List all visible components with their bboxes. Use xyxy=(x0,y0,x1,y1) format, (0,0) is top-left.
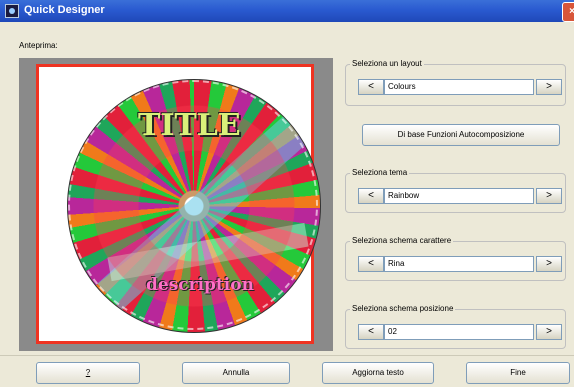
position-scheme-prev-button[interactable]: < xyxy=(358,324,384,340)
close-button[interactable]: × xyxy=(562,2,574,22)
cancel-button[interactable]: Annulla xyxy=(182,362,290,384)
font-scheme-group-title: Seleziona schema carattere xyxy=(350,236,454,245)
window-title: Quick Designer xyxy=(24,4,105,16)
position-scheme-group: Seleziona schema posizione < 02 > xyxy=(345,304,566,349)
disc-title-text: TITLE xyxy=(138,108,241,143)
layout-group-title: Seleziona un layout xyxy=(350,59,424,68)
theme-group-title: Seleziona tema xyxy=(350,168,410,177)
theme-value-field: Rainbow xyxy=(384,188,534,204)
layout-next-button[interactable]: > xyxy=(536,79,562,95)
position-scheme-group-title: Seleziona schema posizione xyxy=(350,304,456,313)
preview-panel: TITLE description xyxy=(19,58,333,351)
font-scheme-next-button[interactable]: > xyxy=(536,256,562,272)
app-icon xyxy=(5,4,19,18)
layout-group: Seleziona un layout < Colours > xyxy=(345,59,566,106)
title-bar: Quick Designer × xyxy=(0,0,574,22)
cd-disc-image: TITLE description xyxy=(67,79,321,333)
preview-label: Anteprima: xyxy=(19,41,58,50)
layout-value-field: Colours xyxy=(384,79,534,95)
help-button[interactable]: ? xyxy=(36,362,140,384)
theme-next-button[interactable]: > xyxy=(536,188,562,204)
theme-group: Seleziona tema < Rainbow > xyxy=(345,168,566,213)
disc-description-text: description xyxy=(146,275,254,295)
font-scheme-prev-button[interactable]: < xyxy=(358,256,384,272)
footer-divider xyxy=(0,355,574,356)
font-scheme-group: Seleziona schema carattere < Rina > xyxy=(345,236,566,281)
font-scheme-value-field: Rina xyxy=(384,256,534,272)
preview-canvas: TITLE description xyxy=(36,64,321,344)
position-scheme-next-button[interactable]: > xyxy=(536,324,562,340)
position-scheme-value-field: 02 xyxy=(384,324,534,340)
autocomposition-button[interactable]: Di base Funzioni Autocomposizione xyxy=(362,124,560,146)
finish-button[interactable]: Fine xyxy=(466,362,570,384)
theme-prev-button[interactable]: < xyxy=(358,188,384,204)
layout-prev-button[interactable]: < xyxy=(358,79,384,95)
update-text-button[interactable]: Aggiorna testo xyxy=(322,362,434,384)
